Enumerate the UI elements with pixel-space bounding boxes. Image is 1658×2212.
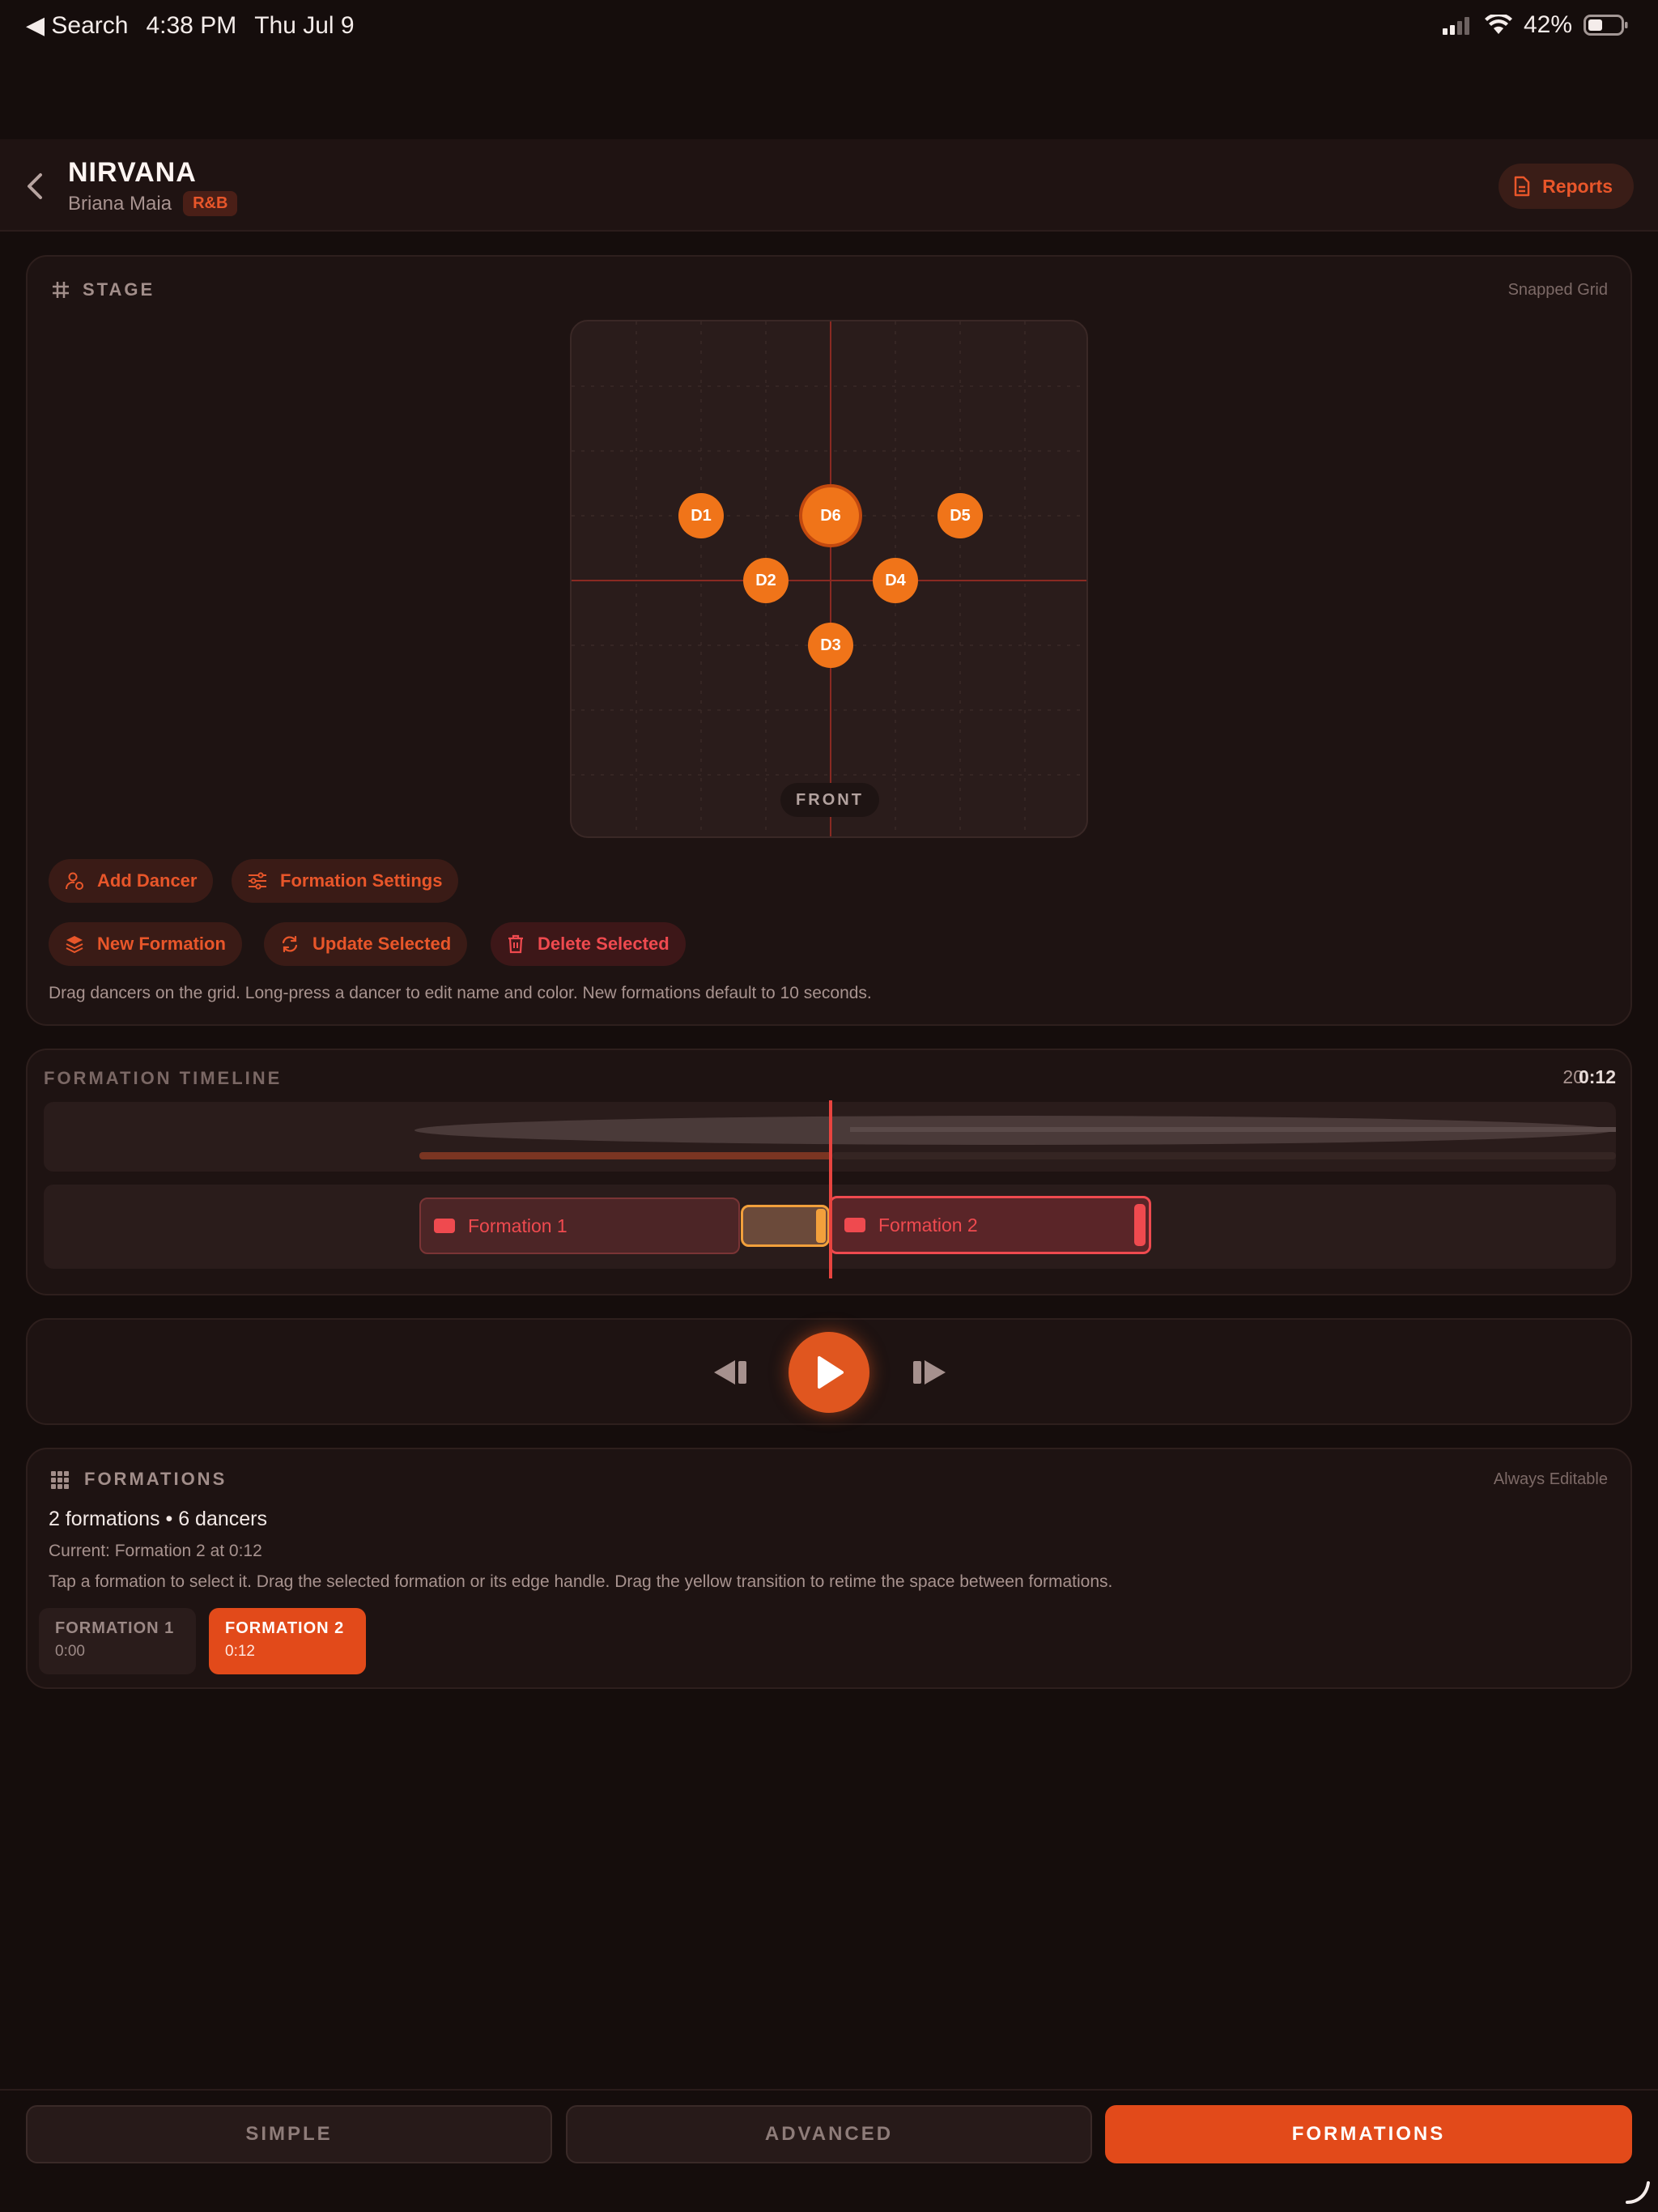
tab-advanced[interactable]: ADVANCED [566, 2105, 1092, 2163]
formation-chip-2[interactable]: FORMATION 2 0:12 [209, 1608, 366, 1674]
song-header: NIRVANA Briana Maia R&B Reports [0, 139, 1658, 232]
new-formation-label: New Formation [97, 934, 226, 954]
formations-section-label: FORMATIONS [84, 1469, 227, 1489]
formation-2-block[interactable]: Formation 2 [829, 1196, 1151, 1254]
delete-selected-label: Delete Selected [538, 934, 670, 954]
formation-chip-2-name: FORMATION 2 [225, 1619, 345, 1637]
timeline-playhead[interactable] [829, 1100, 832, 1278]
tab-simple[interactable]: SIMPLE [26, 2105, 552, 2163]
transition-grip[interactable] [816, 1209, 826, 1243]
status-date: Thu Jul 9 [254, 11, 355, 39]
grid-hash-icon [53, 282, 69, 298]
add-dancer-label: Add Dancer [97, 870, 198, 891]
stage-gridlines [572, 321, 1086, 836]
timeline-card: FORMATION TIMELINE 20 0:12 Formation 1 F… [26, 1049, 1632, 1295]
trash-icon [508, 934, 523, 954]
reports-button[interactable]: Reports [1499, 164, 1634, 209]
battery-percentage: 42% [1523, 11, 1572, 38]
formations-mode-label: Always Editable [1493, 1470, 1608, 1488]
transport-card [26, 1318, 1632, 1425]
song-subtitle: Briana Maia R&B [68, 191, 238, 216]
back-to-search-link[interactable]: ◀ Search [26, 11, 128, 40]
layers-icon [66, 936, 83, 954]
current-formation-text: Current: Formation 2 at 0:12 [49, 1542, 262, 1560]
stage-hint: Drag dancers on the grid. Long-press a d… [49, 984, 872, 1002]
document-icon [1514, 176, 1530, 197]
formation-1-block-label: Formation 1 [468, 1214, 568, 1236]
resize-corner-icon[interactable] [1624, 2178, 1652, 2206]
stage-card: STAGE Snapped Grid D1 D6 D5 D2 D4 D3 FRO… [26, 255, 1632, 1026]
grid-mode-label: Snapped Grid [1507, 281, 1608, 299]
genre-badge: R&B [183, 191, 238, 216]
reports-label: Reports [1542, 175, 1613, 197]
formations-card: FORMATIONS Always Editable 2 formations … [26, 1448, 1632, 1689]
status-time: 4:38 PM [146, 11, 237, 39]
dancer-d1[interactable]: D1 [678, 493, 724, 538]
formation-chip-1[interactable]: FORMATION 1 0:00 [39, 1608, 196, 1674]
new-formation-button[interactable]: New Formation [49, 922, 242, 966]
formation-settings-button[interactable]: Formation Settings [232, 859, 459, 903]
stage-section-label: STAGE [83, 279, 155, 300]
play-button[interactable] [789, 1332, 869, 1413]
grid-dots-icon [51, 1471, 69, 1489]
dancer-d2[interactable]: D2 [743, 558, 789, 603]
formation-chip-2-time: 0:12 [225, 1643, 255, 1660]
formation-settings-label: Formation Settings [280, 870, 443, 891]
update-selected-button[interactable]: Update Selected [264, 922, 468, 966]
stage-grid[interactable]: D1 D6 D5 D2 D4 D3 FRONT [570, 320, 1088, 838]
battery-icon [1584, 15, 1628, 36]
status-bar-left: ◀ Search 4:38 PM Thu Jul 9 [26, 11, 355, 40]
formation-1-color-swatch [434, 1219, 455, 1233]
add-dancer-button[interactable]: Add Dancer [49, 859, 214, 903]
dancer-d3[interactable]: D3 [808, 623, 853, 668]
tab-formations[interactable]: FORMATIONS [1105, 2105, 1632, 2163]
formation-2-color-swatch [844, 1218, 865, 1232]
add-person-icon [66, 872, 83, 890]
formation-2-edge-handle[interactable] [1134, 1204, 1146, 1246]
song-title: NIRVANA [68, 157, 197, 188]
status-bar-right: 42% [1441, 11, 1629, 39]
formation-chip-1-name: FORMATION 1 [55, 1619, 175, 1637]
dancer-d4[interactable]: D4 [873, 558, 918, 603]
artist-name: Briana Maia [68, 192, 172, 215]
dancer-d6[interactable]: D6 [802, 487, 859, 544]
skip-forward-icon[interactable] [910, 1359, 947, 1386]
transition-handle[interactable] [741, 1205, 830, 1247]
skip-back-icon[interactable] [712, 1359, 750, 1386]
cellular-signal-icon [1442, 17, 1469, 35]
formation-1-block[interactable]: Formation 1 [419, 1197, 740, 1254]
wifi-icon [1484, 15, 1512, 34]
formations-summary: 2 formations • 6 dancers [49, 1508, 267, 1530]
update-selected-label: Update Selected [312, 934, 452, 954]
dancer-d5[interactable]: D5 [937, 493, 983, 538]
timeline-current-time: 0:12 [1578, 1066, 1616, 1087]
refresh-icon [282, 935, 298, 953]
timeline-section-label: FORMATION TIMELINE [44, 1068, 283, 1088]
front-label: FRONT [780, 783, 879, 817]
back-chevron-icon[interactable] [24, 172, 47, 201]
formation-2-block-label: Formation 2 [878, 1214, 978, 1236]
sliders-icon [249, 872, 266, 890]
formations-hint: Tap a formation to select it. Drag the s… [49, 1572, 1113, 1591]
formation-chip-1-time: 0:00 [55, 1643, 85, 1660]
delete-selected-button[interactable]: Delete Selected [491, 922, 686, 966]
play-icon [818, 1356, 844, 1389]
